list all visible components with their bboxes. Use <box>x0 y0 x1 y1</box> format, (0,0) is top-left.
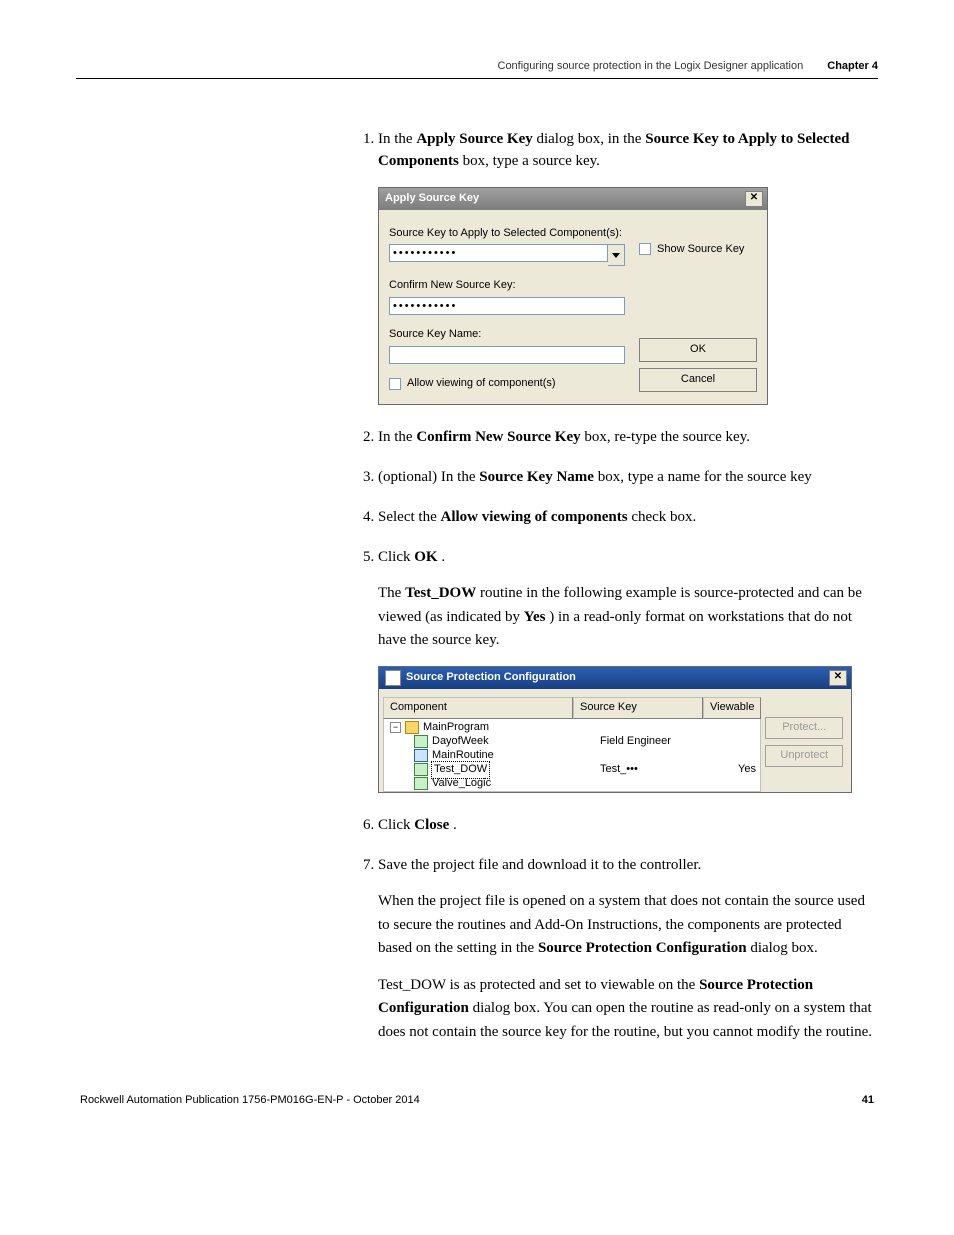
running-head-title: Configuring source protection in the Log… <box>498 60 804 72</box>
step-5-followup: The Test_DOW routine in the following ex… <box>378 582 878 652</box>
step-2: In the Confirm New Source Key box, re-ty… <box>378 427 878 449</box>
step-4-b1: Allow viewing of components <box>440 509 627 525</box>
apply-source-key-dialog: Apply Source Key ✕ Source Key to Apply t… <box>378 187 768 406</box>
step-1-pre: In the <box>378 131 416 147</box>
step-5: Click OK . The Test_DOW routine in the f… <box>378 547 878 793</box>
label-confirm-key: Confirm New Source Key: <box>389 278 625 294</box>
step-1-b1: Apply Source Key <box>416 131 532 147</box>
close-button[interactable]: ✕ <box>745 191 763 207</box>
step-5-pre: Click <box>378 549 414 565</box>
spc-app-icon <box>385 670 401 686</box>
s5f-t1: The <box>378 585 405 601</box>
routine-icon <box>414 777 428 790</box>
row3-key: Test_••• <box>600 762 730 778</box>
col-component[interactable]: Component <box>383 697 573 719</box>
protect-button[interactable]: Protect... <box>765 717 843 739</box>
step-6-b1: Close <box>414 817 449 833</box>
step-3-b1: Source Key Name <box>479 469 594 485</box>
step-6-pre: Click <box>378 817 414 833</box>
spc-titlebar: Source Protection Configuration ✕ <box>379 667 851 689</box>
step-1-mid: dialog box, in the <box>536 131 645 147</box>
key-name-input[interactable] <box>389 346 625 364</box>
step-7: Save the project file and download it to… <box>378 855 878 1044</box>
dialog-title: Apply Source Key <box>385 191 479 207</box>
routine-icon <box>414 749 428 762</box>
col-viewable[interactable]: Viewable <box>703 697 761 719</box>
source-key-input[interactable]: ••••••••••• <box>389 244 608 262</box>
spc-close-button[interactable]: ✕ <box>829 670 847 686</box>
confirm-key-input[interactable]: ••••••••••• <box>389 297 625 315</box>
routine-icon <box>414 735 428 748</box>
step-3-pre: (optional) In the <box>378 469 479 485</box>
unprotect-button[interactable]: Unprotect <box>765 745 843 767</box>
label-source-key: Source Key to Apply to Selected Componen… <box>389 226 625 242</box>
step-6: Click Close . <box>378 815 878 837</box>
label-key-name: Source Key Name: <box>389 327 625 343</box>
s5f-b1: Test_DOW <box>405 585 476 601</box>
tree-row-valve-logic[interactable]: Valve_Logic <box>386 777 758 791</box>
tree-row-mainprogram[interactable]: − MainProgram <box>386 721 758 735</box>
row4-name: Valve_Logic <box>432 776 491 792</box>
show-source-key-label: Show Source Key <box>657 242 744 258</box>
spc-title-text: Source Protection Configuration <box>406 670 576 686</box>
tree-row-test-dow[interactable]: Test_DOW Test_••• Yes <box>386 763 758 777</box>
spc-column-headers: Component Source Key Viewable <box>383 697 761 719</box>
step-6-post: . <box>453 817 457 833</box>
step-7-followup-1: When the project file is opened on a sys… <box>378 890 878 960</box>
step-5-post: . <box>441 549 445 565</box>
ok-button[interactable]: OK <box>639 338 757 362</box>
footer-publication: Rockwell Automation Publication 1756-PM0… <box>80 1094 420 1106</box>
tree-row-dayofweek[interactable]: DayofWeek Field Engineer <box>386 735 758 749</box>
folder-icon <box>405 721 419 734</box>
routine-icon <box>414 763 428 776</box>
step-5-b1: OK <box>414 549 437 565</box>
step-3-post: box, type a name for the source key <box>598 469 812 485</box>
step-7-followup-2: Test_DOW is as protected and set to view… <box>378 974 878 1044</box>
dialog-titlebar: Apply Source Key ✕ <box>379 188 767 210</box>
col-source-key[interactable]: Source Key <box>573 697 703 719</box>
s7f1-t2: dialog box. <box>750 940 818 956</box>
row3-view: Yes <box>730 762 758 778</box>
show-source-key-checkbox[interactable] <box>639 243 651 255</box>
footer-page-number: 41 <box>862 1094 874 1106</box>
s5f-b2: Yes <box>524 609 546 625</box>
source-key-dropdown-button[interactable] <box>608 244 625 266</box>
allow-viewing-checkbox[interactable] <box>389 378 401 390</box>
step-2-pre: In the <box>378 429 416 445</box>
tree-row-mainroutine[interactable]: MainRoutine <box>386 749 758 763</box>
row1-key: Field Engineer <box>600 734 730 750</box>
source-protection-config-dialog: Source Protection Configuration ✕ Compon… <box>378 666 852 793</box>
s7f1-b1: Source Protection Configuration <box>538 940 747 956</box>
cancel-button[interactable]: Cancel <box>639 368 757 392</box>
step-7-line: Save the project file and download it to… <box>378 857 701 873</box>
step-2-b1: Confirm New Source Key <box>416 429 580 445</box>
s7f2-t1: Test_DOW is as protected and set to view… <box>378 977 699 993</box>
step-3: (optional) In the Source Key Name box, t… <box>378 467 878 489</box>
tree-toggle-icon[interactable]: − <box>390 722 401 733</box>
step-1-post: box, type a source key. <box>463 153 600 169</box>
step-4-pre: Select the <box>378 509 440 525</box>
step-2-post: box, re-type the source key. <box>584 429 750 445</box>
running-head-chapter: Chapter 4 <box>827 60 878 72</box>
step-4-post: check box. <box>631 509 696 525</box>
allow-viewing-label: Allow viewing of component(s) <box>407 376 556 392</box>
step-4: Select the Allow viewing of components c… <box>378 507 878 529</box>
header-rule <box>76 78 878 79</box>
step-1: In the Apply Source Key dialog box, in t… <box>378 129 878 405</box>
